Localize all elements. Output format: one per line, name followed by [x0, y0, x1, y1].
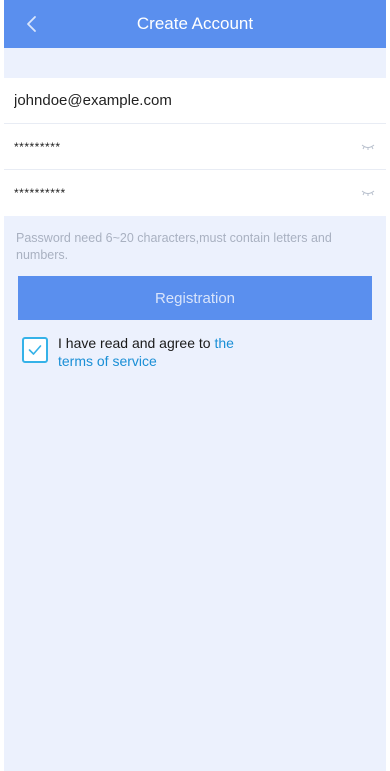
- confirm-password-field[interactable]: [14, 170, 358, 216]
- password-field[interactable]: [14, 124, 358, 169]
- terms-agreement: I have read and agree to the terms of se…: [22, 334, 386, 370]
- eye-closed-icon[interactable]: [358, 140, 378, 154]
- password-hint: Password need 6~20 characters,must conta…: [16, 231, 332, 262]
- registration-form: [4, 78, 386, 216]
- confirm-password-row: [4, 170, 386, 216]
- page-title: Create Account: [136, 14, 254, 33]
- eye-closed-icon[interactable]: [358, 186, 378, 200]
- create-account-screen: Create Account johndoe@example.com *****…: [4, 0, 386, 771]
- agree-checkbox[interactable]: [22, 337, 48, 363]
- agreement-label: I have read and agree to: [58, 335, 215, 351]
- agreement-text: I have read and agree to the terms of se…: [58, 334, 268, 370]
- chevron-left-icon: [27, 16, 36, 32]
- password-row: [4, 124, 386, 170]
- header-bar: Create Account: [4, 0, 386, 48]
- email-row: [4, 78, 386, 124]
- email-field[interactable]: [14, 78, 378, 123]
- back-button[interactable]: [16, 8, 48, 40]
- registration-button[interactable]: Registration: [18, 276, 372, 320]
- checkmark-icon: [28, 345, 42, 355]
